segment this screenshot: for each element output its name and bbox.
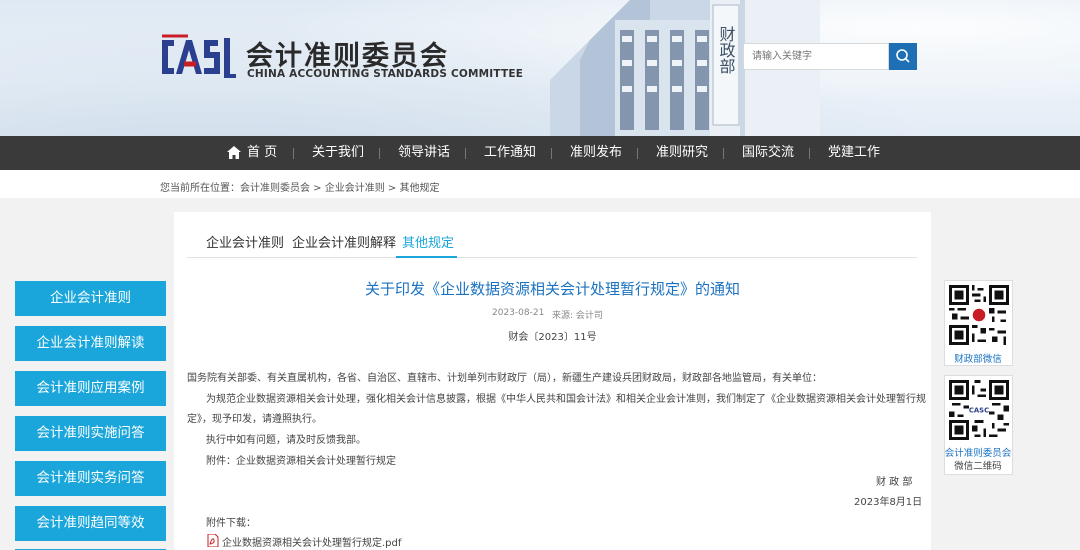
download-file-link[interactable]: 企业数据资源相关会计处理暂行规定.pdf [222,534,401,549]
sidebar-item-cases[interactable]: 会计准则应用案例 [15,371,166,406]
building-plaque-text: 财政部 [717,26,736,74]
qr-code-icon [949,285,1009,345]
article-date: 2023-08-21 [492,308,545,318]
nav-international[interactable]: 国际交流 [742,136,794,170]
search-input[interactable] [743,43,889,70]
tab-standards-interpretation[interactable]: 企业会计准则解释 [292,232,396,251]
nav-about[interactable]: 关于我们 [312,136,364,170]
tab-divider [187,257,917,258]
sidebar-item-convergence[interactable]: 会计准则趋同等效 [15,506,166,541]
sidebar-item-standards[interactable]: 企业会计准则 [15,281,166,316]
nav-separator [809,148,810,159]
nav-standards-research[interactable]: 准则研究 [656,136,708,170]
article-recipients: 国务院有关部委、有关直属机构，各省、自治区、直辖市、计划单列市财政厅（局），新疆… [187,373,822,384]
active-tab-indicator [396,256,457,258]
breadcrumb-prefix: 您当前所在位置： [160,183,240,194]
article-sign-date: 2023年8月1日 [854,497,923,508]
article-source: 来源: 会计司 [552,311,603,321]
breadcrumb-path[interactable]: 会计准则委员会 > 企业会计准则 > 其他规定 [240,183,439,194]
casc-logo-icon [162,34,236,78]
nav-separator [637,148,638,159]
nav-separator [293,148,294,159]
tab-enterprise-standards[interactable]: 企业会计准则 [206,232,284,251]
article-signature: 财 政 部 [876,477,913,488]
main-nav: 首 页 关于我们 领导讲话 工作通知 准则发布 准则研究 国际交流 党建工作 [0,136,1080,170]
download-label: 附件下载： [206,518,256,529]
home-icon [227,146,241,159]
search-button[interactable] [889,43,917,70]
nav-party-building[interactable]: 党建工作 [828,136,880,170]
article-attachment-line: 附件：企业数据资源相关会计处理暂行规定 [206,456,396,467]
nav-separator [551,148,552,159]
qr-caption-casc: 会计准则委员会 [944,448,1012,459]
nav-speeches[interactable]: 领导讲话 [398,136,450,170]
sidebar-item-practice-qa[interactable]: 会计准则实务问答 [15,461,166,496]
nav-standards-release[interactable]: 准则发布 [570,136,622,170]
breadcrumb: 您当前所在位置：会计准则委员会 > 企业会计准则 > 其他规定 [160,179,439,194]
qr-caption-casc-sub: 微信二维码 [954,461,1002,472]
qr-caption-mof: 财政部微信 [954,354,1002,365]
nav-separator [723,148,724,159]
nav-separator [465,148,466,159]
nav-separator [379,148,380,159]
sidebar-item-interpretation[interactable]: 企业会计准则解读 [15,326,166,361]
article-body-line: 为规范企业数据资源相关会计处理，强化相关会计信息披露，根据《中华人民共和国会计法… [206,394,926,405]
article-body-line: 执行中如有问题，请及时反馈我部。 [206,435,366,446]
document-number: 财会〔2023〕11号 [508,332,597,343]
nav-home[interactable]: 首 页 [247,136,277,170]
qr-code-icon: CASC [949,380,1009,440]
site-title-en: CHINA ACCOUNTING STANDARDS COMMITTEE [247,68,524,80]
article-body-line: 定》，现予印发，请遵照执行。 [187,414,322,425]
site-header: 财政部 会计准则委员会 CHINA ACCOUNTING STANDARDS C… [0,0,1080,136]
nav-work-notices[interactable]: 工作通知 [484,136,536,170]
tab-other-rules[interactable]: 其他规定 [402,232,454,251]
sidebar-item-implementation-qa[interactable]: 会计准则实施问答 [15,416,166,451]
svg-text:CASC: CASC [969,407,989,415]
magnifier-icon [896,49,910,63]
article-title: 关于印发《企业数据资源相关会计处理暂行规定》的通知 [364,280,740,298]
pdf-file-icon [207,534,219,547]
